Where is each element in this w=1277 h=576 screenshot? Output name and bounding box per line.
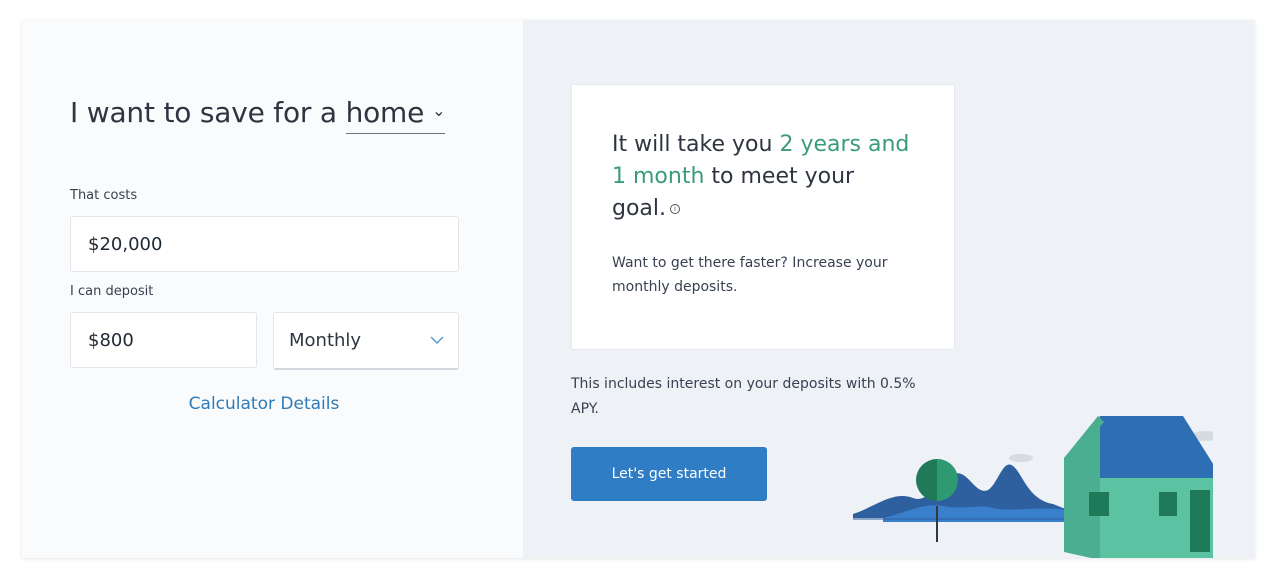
- deposit-frequency-select[interactable]: Monthly: [273, 312, 459, 370]
- calculator-details-link[interactable]: Calculator Details: [22, 394, 506, 414]
- goal-heading: I want to save for a home ⌄: [70, 96, 446, 134]
- chevron-down-icon: ⌄: [432, 101, 446, 120]
- result-card: It will take you 2 years and 1 month to …: [571, 84, 955, 350]
- get-started-button[interactable]: Let's get started: [571, 447, 767, 501]
- result-panel: It will take you 2 years and 1 month to …: [523, 20, 1255, 558]
- window-shape: [1089, 492, 1109, 516]
- window-shape: [1159, 492, 1177, 516]
- goal-select[interactable]: home ⌄: [345, 96, 446, 134]
- house-roof-shape: [1098, 416, 1213, 478]
- deposit-label: I can deposit: [70, 284, 154, 299]
- house-landscape-illustration: [853, 416, 1213, 558]
- savings-calculator-card: I want to save for a home ⌄ That costs $2…: [22, 20, 1255, 558]
- cost-label: That costs: [70, 188, 138, 203]
- cost-input[interactable]: $20,000: [70, 216, 459, 272]
- cloud-shape: [1009, 454, 1033, 462]
- goal-prefix: I want to save for a: [70, 96, 337, 129]
- result-message: It will take you 2 years and 1 month to …: [612, 129, 912, 225]
- calculator-form: I want to save for a home ⌄ That costs $2…: [22, 20, 523, 558]
- faster-tip: Want to get there faster? Increase your …: [612, 255, 888, 295]
- info-icon[interactable]: i: [670, 204, 681, 214]
- door-shape: [1190, 490, 1210, 552]
- deposit-amount-input[interactable]: $800: [70, 312, 257, 368]
- deposit-frequency-value: Monthly: [289, 330, 362, 351]
- chevron-down-icon: [430, 336, 444, 345]
- goal-selected-value: home: [345, 96, 425, 129]
- result-text-before: It will take you: [612, 132, 780, 157]
